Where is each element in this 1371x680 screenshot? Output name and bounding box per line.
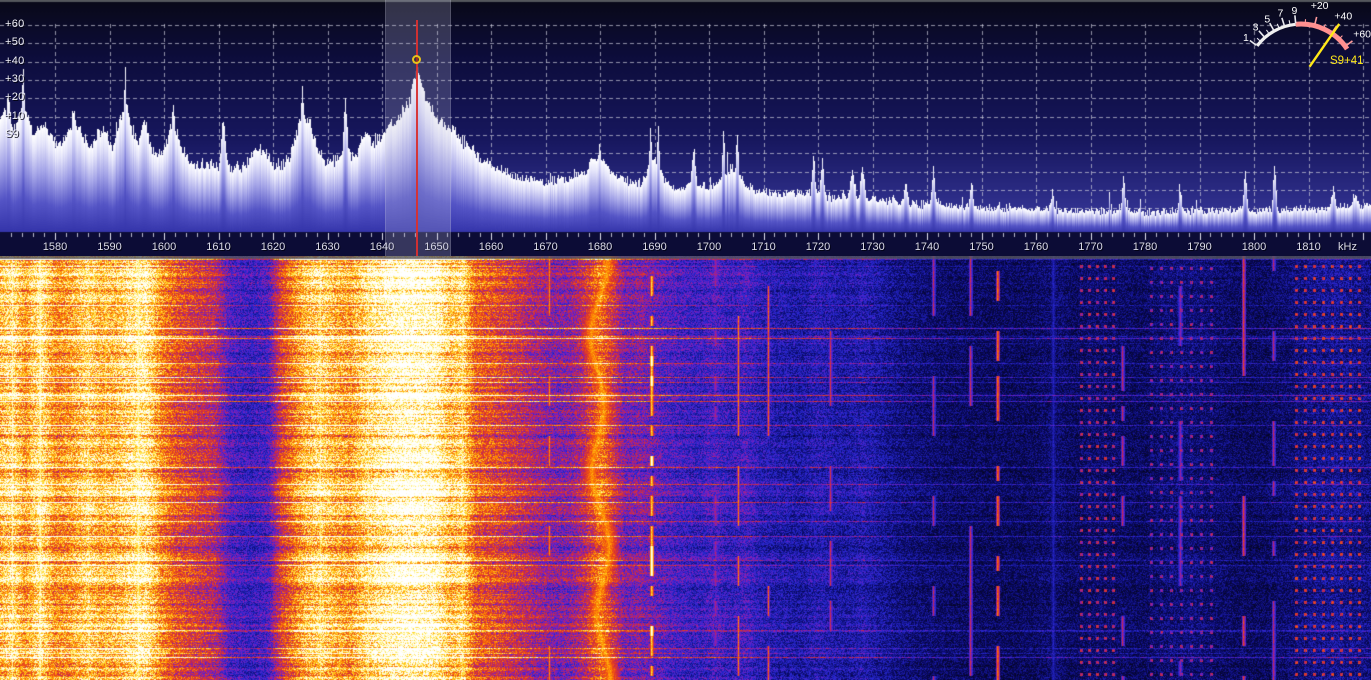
freq-tick-label: 1720 — [806, 241, 830, 253]
s-meter-reading: S9+41 — [1330, 55, 1364, 67]
freq-tick-label: 1680 — [588, 241, 612, 253]
freq-tick-label: 1810 — [1296, 241, 1320, 253]
s-meter-scale-label: 5 — [1264, 13, 1270, 25]
freq-unit-label: kHz — [1338, 241, 1357, 253]
freq-tick-label: 1700 — [697, 241, 721, 253]
s-meter-scale-label: 9 — [1291, 5, 1297, 17]
spectrum-display[interactable] — [0, 0, 1371, 256]
s-meter-scale-label: 3 — [1253, 22, 1259, 34]
freq-tick-label: 1580 — [43, 241, 67, 253]
freq-tick-label: 1800 — [1242, 241, 1266, 253]
sdr-display-window: +60+50+40+30+20+10S9 kHz 158015901600161… — [0, 0, 1371, 680]
freq-tick-label: 1710 — [751, 241, 775, 253]
freq-tick-label: 1740 — [915, 241, 939, 253]
s-meter: 13579 +20 +40+60 S9+41 — [1230, 0, 1371, 90]
freq-tick-label: 1620 — [261, 241, 285, 253]
freq-tick-label: 1660 — [479, 241, 503, 253]
s-meter-scale-label: 7 — [1277, 8, 1283, 20]
freq-tick-label: 1670 — [533, 241, 557, 253]
freq-tick-label: 1760 — [1024, 241, 1048, 253]
s-meter-scale-label: +60 — [1353, 28, 1371, 40]
freq-tick-label: 1590 — [97, 241, 121, 253]
s-meter-scale-label: 1 — [1243, 32, 1249, 44]
frequency-scale[interactable]: kHz 158015901600161016201630164016501660… — [0, 232, 1371, 256]
freq-tick-label: 1610 — [206, 241, 230, 253]
freq-tick-label: 1730 — [860, 241, 884, 253]
s-meter-scale-label: +40 — [1334, 10, 1352, 22]
freq-tick-label: 1790 — [1187, 241, 1211, 253]
freq-tick-label: 1770 — [1078, 241, 1102, 253]
s-meter-arcs — [1257, 24, 1347, 49]
freq-tick-label: 1690 — [642, 241, 666, 253]
freq-tick-label: 1780 — [1133, 241, 1157, 253]
freq-tick-label: 1750 — [969, 241, 993, 253]
waterfall-display[interactable] — [0, 256, 1371, 680]
freq-tick-label: 1600 — [152, 241, 176, 253]
freq-tick-label: 1630 — [315, 241, 339, 253]
s-meter-scale-label: +20 — [1311, 0, 1329, 12]
